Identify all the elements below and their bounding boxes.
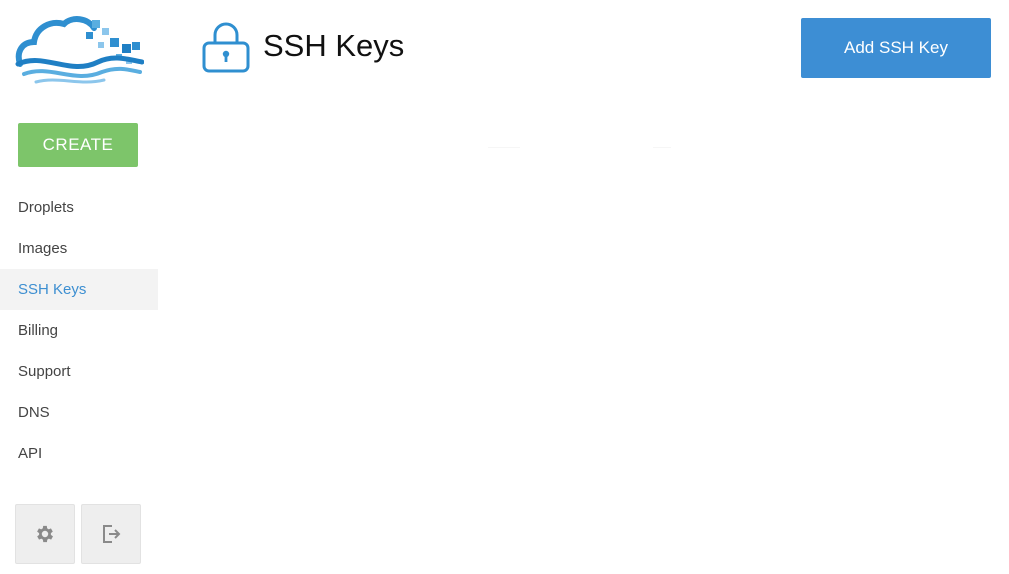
create-button[interactable]: CREATE <box>18 123 138 167</box>
gear-icon <box>37 525 53 543</box>
sidebar-item-droplets[interactable]: Droplets <box>0 187 158 228</box>
logo <box>15 16 144 84</box>
page-title: SSH Keys <box>263 28 405 63</box>
sidebar-item-images[interactable]: Images <box>0 228 158 269</box>
sidebar-item-billing[interactable]: Billing <box>0 310 158 351</box>
sidebar-item-ssh-keys[interactable]: SSH Keys <box>0 269 158 310</box>
divider <box>488 147 520 148</box>
logout-icon <box>103 525 121 543</box>
sidebar: CREATE Droplets Images SSH Keys Billing … <box>0 0 158 574</box>
app-window: CREATE Droplets Images SSH Keys Billing … <box>0 0 1009 574</box>
divider <box>653 147 671 148</box>
sidebar-item-support[interactable]: Support <box>0 351 158 392</box>
logout-button[interactable] <box>81 504 141 564</box>
sidebar-item-api[interactable]: API <box>0 433 158 474</box>
lock-icon <box>202 22 250 73</box>
sidebar-nav: Droplets Images SSH Keys Billing Support… <box>0 187 158 474</box>
main-content <box>158 100 1009 574</box>
add-ssh-key-button[interactable]: Add SSH Key <box>801 18 991 78</box>
sidebar-item-dns[interactable]: DNS <box>0 392 158 433</box>
settings-button[interactable] <box>15 504 75 564</box>
